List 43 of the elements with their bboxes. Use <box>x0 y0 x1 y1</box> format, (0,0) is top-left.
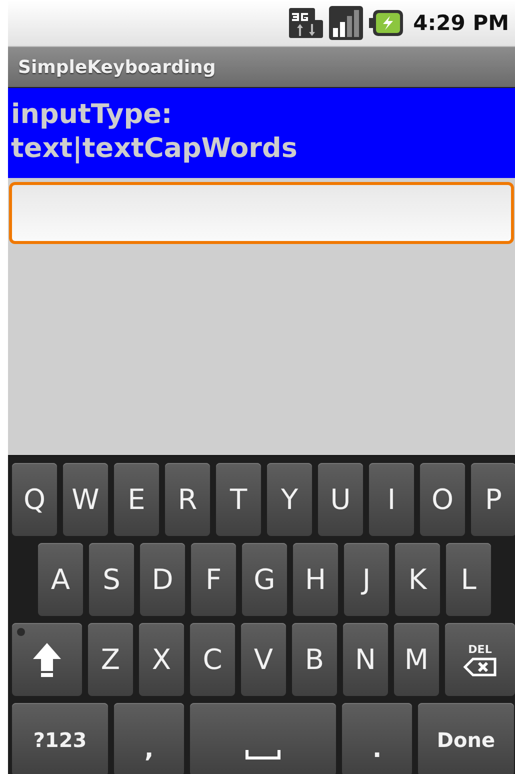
key[interactable]: V <box>241 623 286 696</box>
key[interactable]: D <box>140 543 185 616</box>
text-input-field[interactable] <box>9 182 514 244</box>
key[interactable]: E <box>114 463 159 536</box>
key[interactable]: N <box>343 623 388 696</box>
battery-charging-icon <box>369 10 404 36</box>
signal-icon <box>329 6 364 40</box>
space-bar-icon <box>245 750 281 760</box>
backspace-icon <box>463 656 497 676</box>
key[interactable]: G <box>242 543 287 616</box>
key[interactable]: O <box>420 463 465 536</box>
input-type-label: inputType: text|textCapWords <box>8 88 515 178</box>
key[interactable]: K <box>395 543 440 616</box>
key[interactable]: M <box>394 623 439 696</box>
status-time: 4:29 PM <box>413 11 509 35</box>
key[interactable]: J <box>344 543 389 616</box>
key[interactable]: U <box>318 463 363 536</box>
key[interactable]: Y <box>267 463 312 536</box>
key[interactable]: L <box>446 543 491 616</box>
key[interactable]: ?123 <box>12 703 108 774</box>
shift-arrow-icon <box>33 642 61 676</box>
delete-key[interactable]: DEL <box>445 623 515 696</box>
key[interactable]: F <box>191 543 236 616</box>
key[interactable]: Done <box>418 703 514 774</box>
key[interactable]: H <box>293 543 338 616</box>
key[interactable]: X <box>139 623 184 696</box>
app-title: SimpleKeyboarding <box>18 56 216 78</box>
key[interactable]: R <box>165 463 210 536</box>
key[interactable]: . <box>342 703 412 774</box>
key[interactable]: T <box>216 463 261 536</box>
space-key[interactable] <box>190 703 336 774</box>
key[interactable]: B <box>292 623 337 696</box>
key[interactable]: S <box>89 543 134 616</box>
key[interactable]: W <box>63 463 108 536</box>
key[interactable]: Q <box>12 463 57 536</box>
shift-key[interactable] <box>12 623 82 696</box>
key[interactable]: , <box>114 703 184 774</box>
data-3g-icon <box>289 6 324 40</box>
key[interactable]: Z <box>88 623 133 696</box>
key[interactable]: I <box>369 463 414 536</box>
key[interactable]: A <box>38 543 83 616</box>
key[interactable]: P <box>471 463 515 536</box>
key[interactable]: C <box>190 623 235 696</box>
